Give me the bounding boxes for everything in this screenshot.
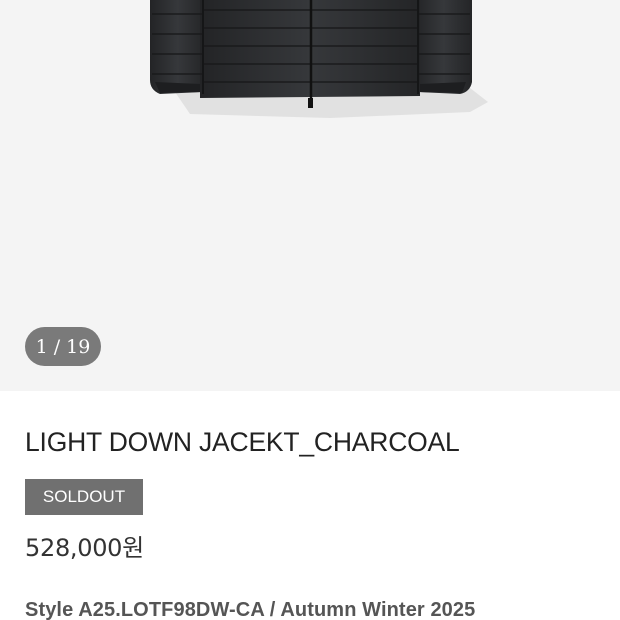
image-counter-total: 19: [66, 335, 91, 358]
product-image-gallery[interactable]: 1 / 19: [0, 0, 620, 391]
product-style-code: Style A25.LOTF98DW-CA / Autumn Winter 20…: [25, 599, 476, 620]
product-title: LIGHT DOWN JACEKT_CHARCOAL: [25, 427, 460, 457]
image-counter-current: 1: [35, 335, 48, 358]
image-counter-separator: /: [53, 335, 61, 358]
product-price: 528,000원: [25, 534, 144, 562]
soldout-badge: SOLDOUT: [25, 479, 143, 515]
image-counter: 1 / 19: [25, 327, 101, 366]
